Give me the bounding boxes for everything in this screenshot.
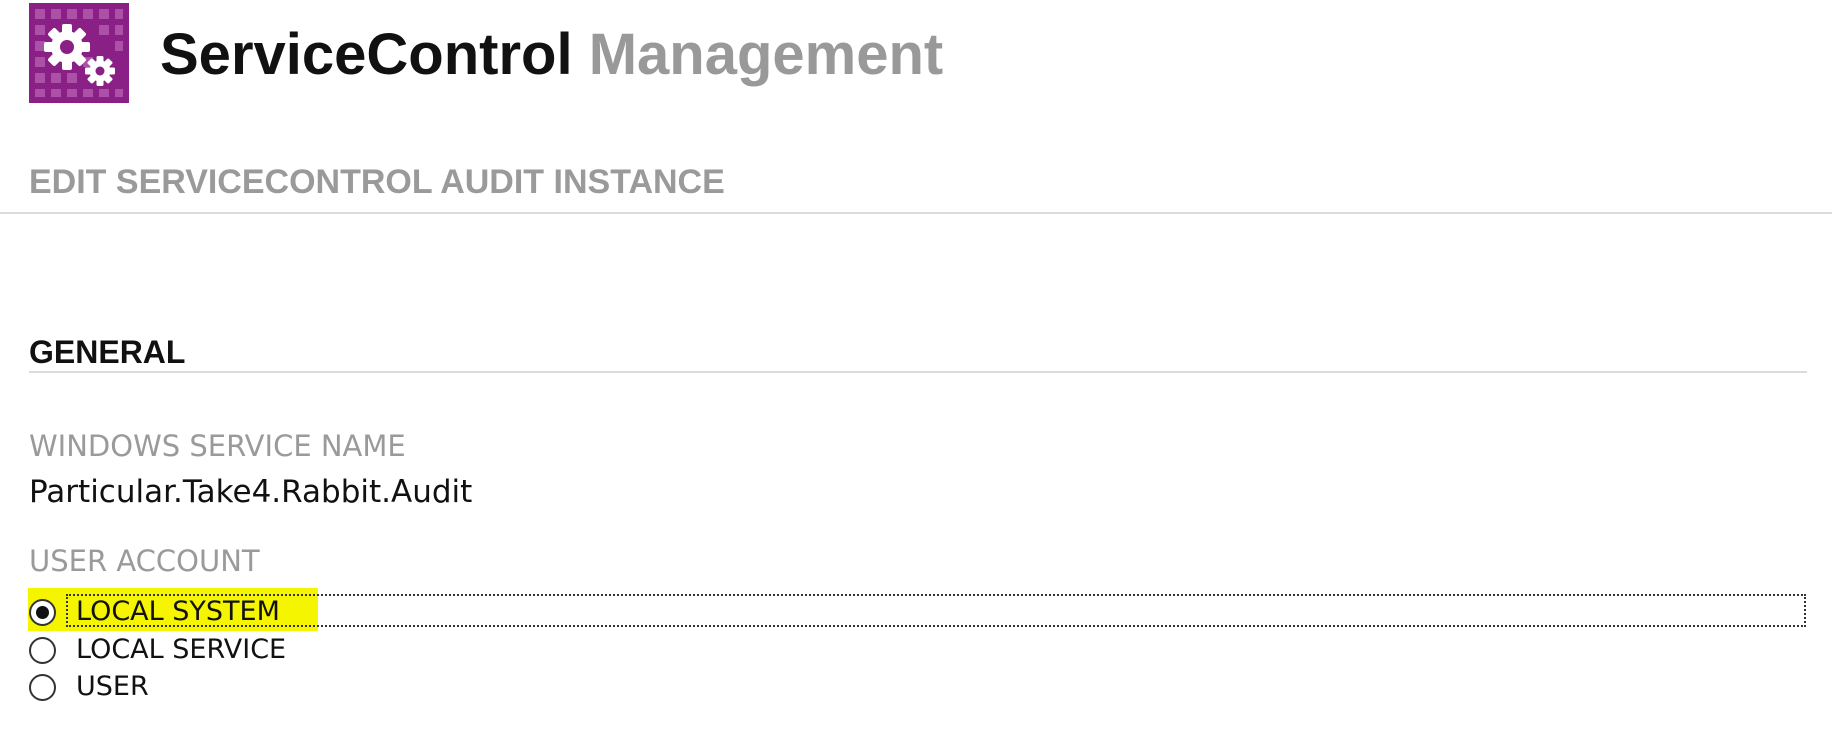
service-name-label: WINDOWS SERVICE NAME	[29, 429, 406, 463]
section-divider	[29, 371, 1807, 373]
app-logo	[29, 3, 129, 103]
service-name-value: Particular.Take4.Rabbit.Audit	[29, 474, 473, 510]
radio-label-local-system: LOCAL SYSTEM	[76, 596, 280, 627]
radio-option-local-service[interactable]: LOCAL SERVICE	[29, 632, 286, 668]
section-title-general: GENERAL	[29, 334, 186, 370]
gears-icon	[35, 9, 123, 97]
radio-button-local-service[interactable]	[29, 636, 56, 664]
radio-option-user[interactable]: USER	[29, 669, 149, 705]
radio-option-local-system[interactable]: LOCAL SYSTEM	[29, 594, 1807, 630]
radio-button-user[interactable]	[29, 673, 56, 701]
page-heading: EDIT SERVICECONTROL AUDIT INSTANCE	[29, 163, 725, 201]
app-title-secondary: Management	[588, 22, 944, 87]
radio-label-local-service: LOCAL SERVICE	[76, 634, 287, 665]
radio-label-user: USER	[76, 671, 149, 702]
user-account-label: USER ACCOUNT	[29, 544, 260, 578]
radio-button-local-system[interactable]	[29, 598, 56, 626]
app-title-primary: ServiceControl	[160, 22, 573, 87]
header-divider	[0, 212, 1832, 214]
app-title: ServiceControl Management	[160, 16, 943, 94]
